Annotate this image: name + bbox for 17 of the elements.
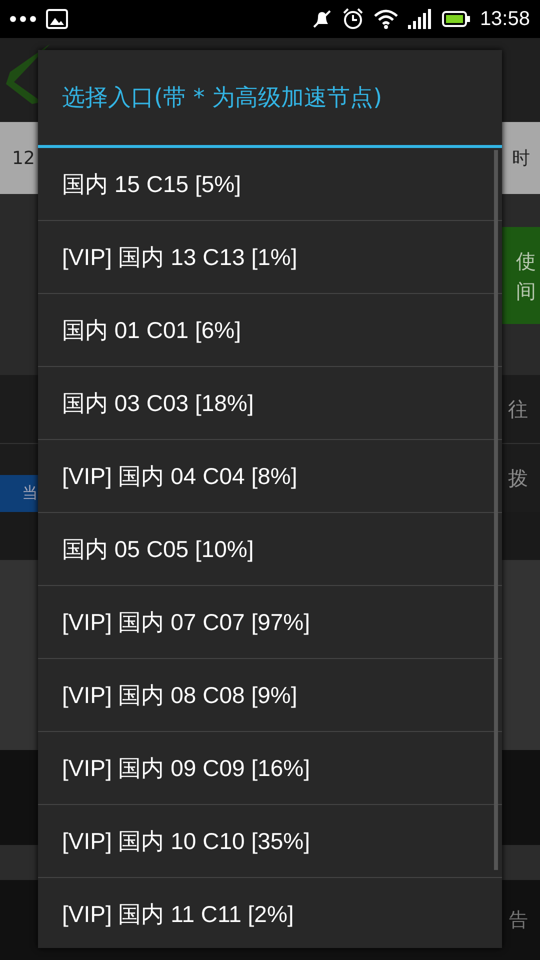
cut-text: 12 (12, 148, 35, 168)
alarm-icon (342, 8, 364, 30)
cut-text: 告 (509, 908, 528, 933)
more-icon (10, 16, 36, 22)
image-icon (46, 9, 68, 29)
side-tab[interactable]: 当 (0, 475, 38, 512)
clock-time: 13:58 (480, 8, 530, 30)
list-item[interactable]: [VIP] 国内 11 C11 [2%] (38, 878, 502, 948)
cut-text: 往 (508, 396, 528, 422)
action-button[interactable]: 使 间 (500, 227, 540, 324)
dialog-title: 选择入口(带 * 为高级加速节点) (38, 50, 502, 148)
wifi-icon (374, 9, 398, 29)
cut-text: 拨 (508, 464, 529, 492)
battery-icon (442, 11, 470, 27)
muted-bell-icon (312, 9, 332, 29)
signal-icon (408, 9, 432, 29)
cut-text: 时 (512, 147, 530, 170)
